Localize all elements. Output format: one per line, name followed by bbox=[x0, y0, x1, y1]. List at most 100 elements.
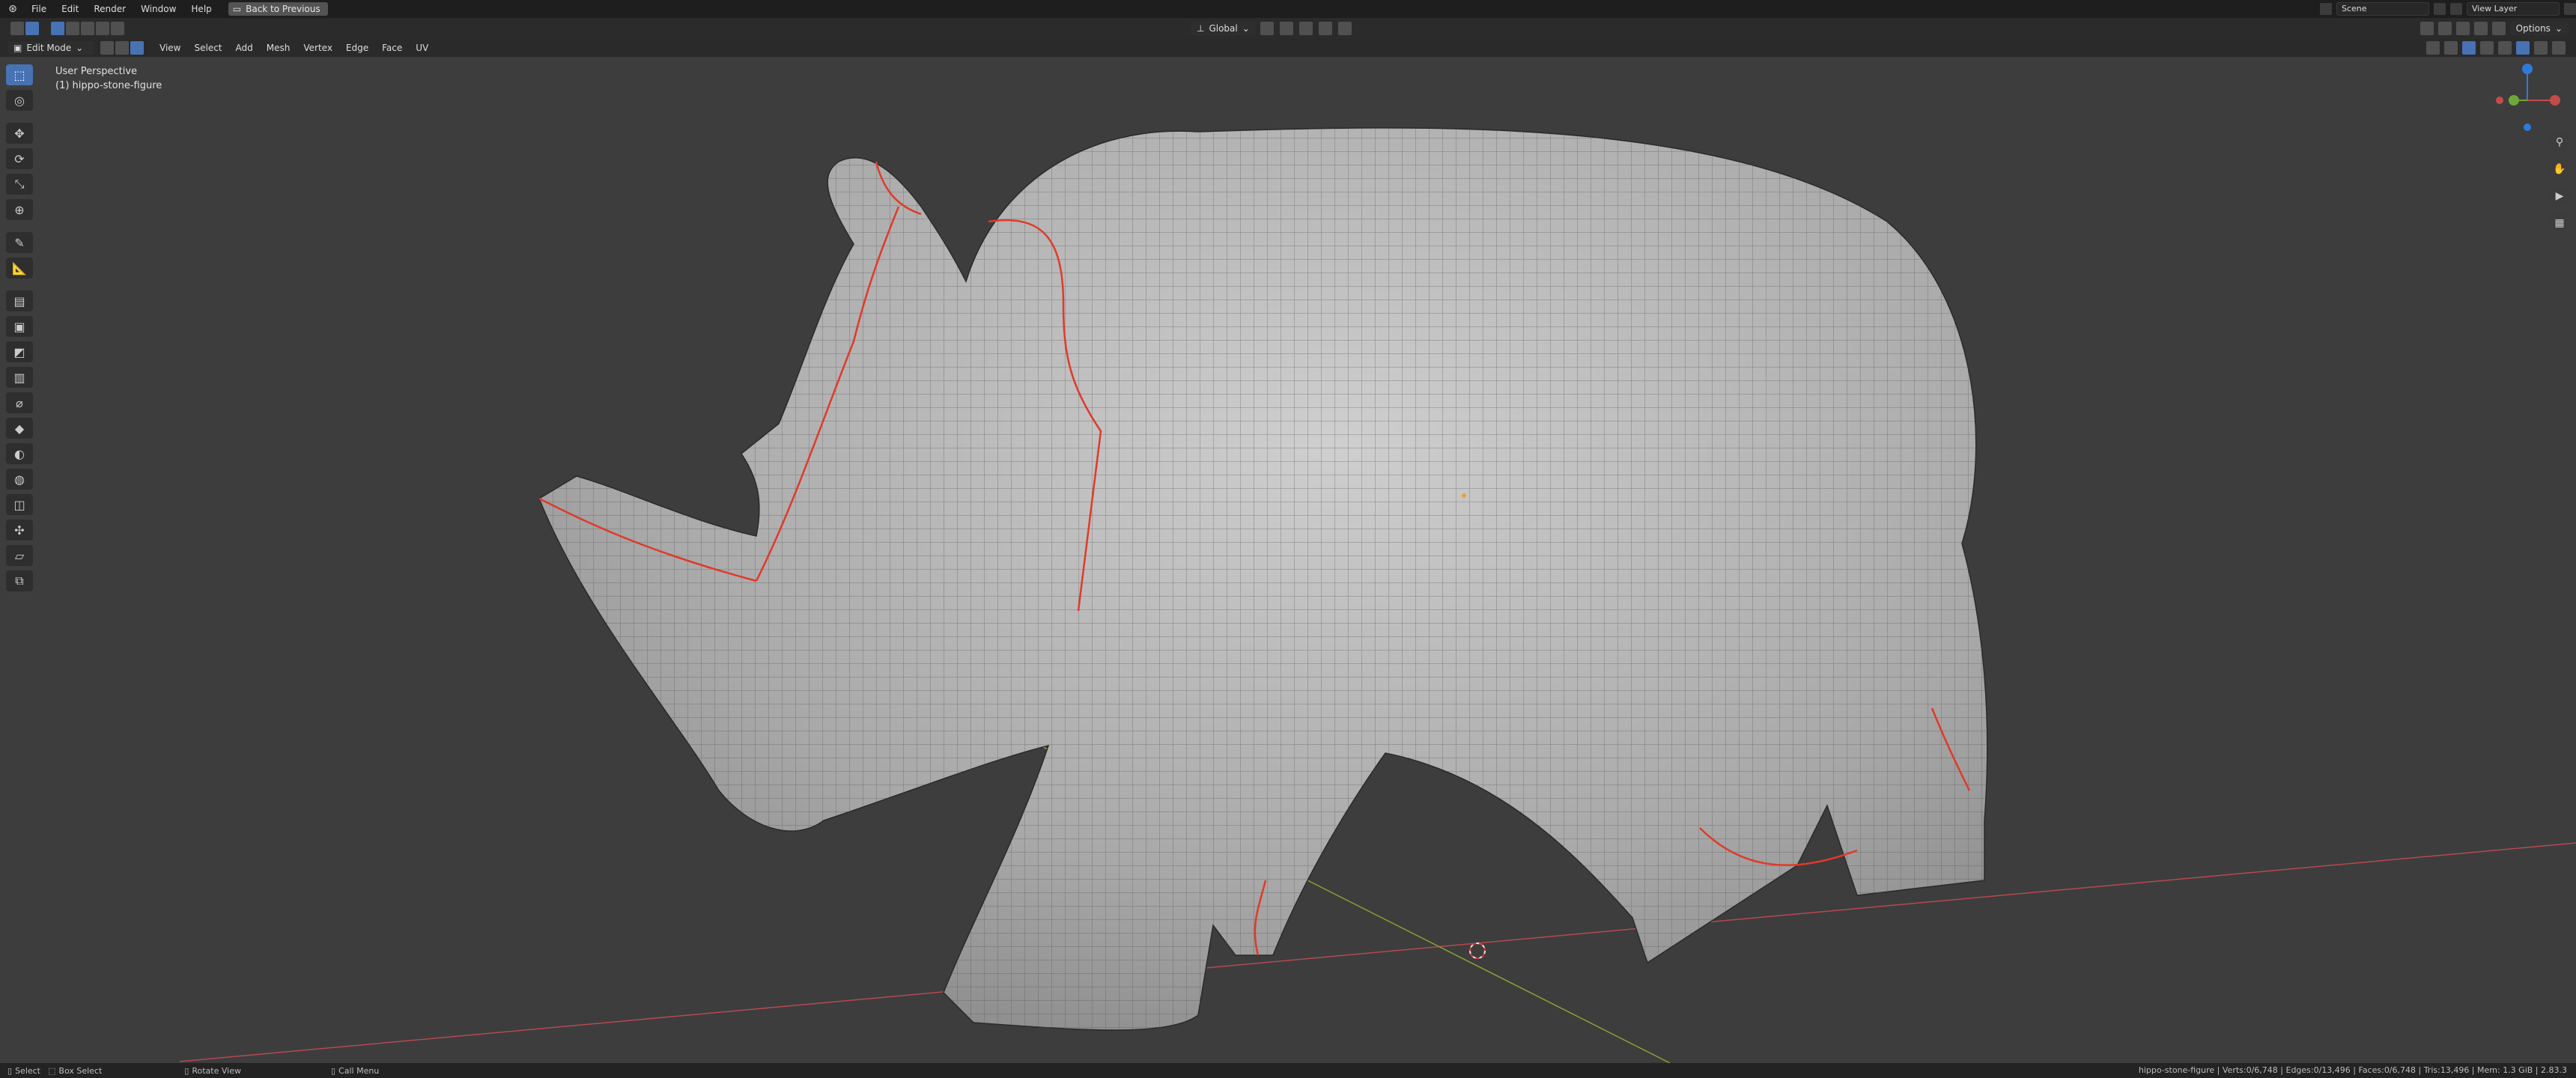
tool-settings-bar: ⊥ Global ⌄ Options ⌄ bbox=[0, 18, 2576, 39]
3d-viewport[interactable]: ⬚ ◎ ✥ ⟳ ⤡ ⊕ ✎ 📐 ▤ ▣ ◩ ▥ ⌀ ◆ ◐ ◍ ◫ ✣ ▱ ⧉ … bbox=[0, 57, 2576, 1063]
scene-browse-icon[interactable] bbox=[2434, 3, 2446, 15]
top-menu-bar: ⊛ File Edit Render Window Help ▭ Back to… bbox=[0, 0, 2576, 18]
inset-tool[interactable]: ▣ bbox=[6, 316, 33, 337]
mouse-middle-icon: ▯ bbox=[184, 1065, 189, 1076]
rotate-tool[interactable]: ⟳ bbox=[6, 148, 33, 169]
measure-tool[interactable]: 📐 bbox=[6, 258, 33, 278]
viewport-header: ▣ Edit Mode ⌄ View Select Add Mesh Verte… bbox=[0, 39, 2576, 58]
vertex-select-icon[interactable] bbox=[100, 41, 114, 55]
transform-orientation-dropdown[interactable]: ⊥ Global ⌄ bbox=[1191, 22, 1256, 35]
view-layer-field[interactable]: View Layer bbox=[2467, 2, 2560, 16]
menu-file[interactable]: File bbox=[24, 0, 54, 18]
orientation-icon: ⊥ bbox=[1197, 23, 1205, 34]
wireframe-shading-icon[interactable] bbox=[2498, 41, 2512, 55]
status-call-menu: ▯ Call Menu bbox=[331, 1066, 379, 1076]
menu-uv[interactable]: UV bbox=[409, 39, 435, 57]
mode-subtract-icon[interactable] bbox=[81, 22, 94, 35]
object-origin bbox=[1462, 493, 1466, 498]
blender-logo-icon[interactable]: ⊛ bbox=[6, 2, 19, 16]
snap-target-icon[interactable] bbox=[1298, 22, 1313, 35]
scene-icon[interactable] bbox=[2320, 3, 2332, 15]
status-box-select-label: Box Select bbox=[58, 1065, 103, 1076]
status-select-label: Select bbox=[15, 1065, 40, 1076]
menu-edge[interactable]: Edge bbox=[339, 39, 375, 57]
scene-statistics: hippo-stone-figure | Verts:0/6,748 | Edg… bbox=[2138, 1065, 2567, 1075]
xray-icon[interactable] bbox=[2480, 41, 2494, 55]
bevel-tool[interactable]: ◩ bbox=[6, 341, 33, 362]
menu-render[interactable]: Render bbox=[86, 0, 133, 18]
snap-icon[interactable] bbox=[1279, 22, 1293, 35]
face-select-icon[interactable] bbox=[130, 41, 144, 55]
transform-tool[interactable]: ⊕ bbox=[6, 199, 33, 220]
mode-extend-icon[interactable] bbox=[66, 22, 79, 35]
overlays-icon[interactable] bbox=[2462, 41, 2476, 55]
back-to-previous-label: Back to Previous bbox=[246, 4, 321, 14]
menu-edit[interactable]: Edit bbox=[54, 0, 86, 18]
gizmo-toggle-icon[interactable] bbox=[2444, 41, 2458, 55]
menu-view[interactable]: View bbox=[153, 39, 187, 57]
visibility-icon[interactable] bbox=[2426, 41, 2440, 55]
solid-shading-icon[interactable] bbox=[2516, 41, 2530, 55]
mirror-z-toggle[interactable] bbox=[2473, 22, 2488, 35]
back-to-previous-button[interactable]: ▭ Back to Previous bbox=[228, 2, 328, 16]
grid-icon[interactable]: ▦ bbox=[2549, 213, 2570, 234]
falloff-icon[interactable] bbox=[1337, 22, 1352, 35]
menu-mesh[interactable]: Mesh bbox=[260, 39, 297, 57]
lock-icon[interactable] bbox=[2491, 22, 2506, 35]
mode-new-icon[interactable] bbox=[51, 22, 64, 35]
knife-tool[interactable]: ⌀ bbox=[6, 392, 33, 413]
menu-vertex[interactable]: Vertex bbox=[297, 39, 339, 57]
pan-hand-icon[interactable]: ✋ bbox=[2549, 159, 2570, 180]
status-rotate-label: Rotate View bbox=[192, 1065, 241, 1076]
scene-field[interactable]: Scene bbox=[2336, 2, 2429, 16]
gizmo-neg-x bbox=[2496, 97, 2503, 104]
annotate-tool[interactable]: ✎ bbox=[6, 232, 33, 253]
gizmo-neg-z bbox=[2524, 124, 2531, 131]
loop-cut-tool[interactable]: ▥ bbox=[6, 367, 33, 388]
menu-help[interactable]: Help bbox=[183, 0, 219, 18]
select-tool-icon[interactable] bbox=[25, 22, 39, 35]
proportional-editing-icon[interactable] bbox=[1318, 22, 1332, 35]
options-dropdown[interactable]: Options ⌄ bbox=[2509, 22, 2569, 35]
shrink-fatten-tool[interactable]: ✣ bbox=[6, 520, 33, 540]
viewport-info: User Perspective (1) hippo-stone-figure bbox=[55, 64, 162, 93]
select-box-tool[interactable]: ⬚ bbox=[6, 64, 33, 85]
scale-tool[interactable]: ⤡ bbox=[6, 174, 33, 195]
status-box-select: ⬚ Box Select bbox=[48, 1066, 102, 1076]
edge-slide-tool[interactable]: ◫ bbox=[6, 494, 33, 515]
mirror-y-toggle[interactable] bbox=[2455, 22, 2470, 35]
menu-window[interactable]: Window bbox=[133, 0, 183, 18]
menu-add[interactable]: Add bbox=[229, 39, 260, 57]
menu-face[interactable]: Face bbox=[375, 39, 409, 57]
rip-region-tool[interactable]: ⧉ bbox=[6, 570, 33, 591]
camera-icon[interactable]: ▶ bbox=[2549, 186, 2570, 207]
mode-invert-icon[interactable] bbox=[96, 22, 109, 35]
zoom-icon[interactable]: ⚲ bbox=[2549, 132, 2570, 153]
cursor-tool[interactable]: ◎ bbox=[6, 90, 33, 111]
shear-tool[interactable]: ▱ bbox=[6, 545, 33, 566]
poly-build-tool[interactable]: ◆ bbox=[6, 418, 33, 439]
editor-type-icon[interactable] bbox=[10, 22, 24, 35]
menu-select[interactable]: Select bbox=[187, 39, 228, 57]
edge-select-icon[interactable] bbox=[115, 41, 129, 55]
transform-orientation-label: Global bbox=[1209, 23, 1238, 34]
move-tool[interactable]: ✥ bbox=[6, 123, 33, 144]
spin-tool[interactable]: ◐ bbox=[6, 443, 33, 464]
mode-label: Edit Mode bbox=[26, 43, 72, 53]
extrude-tool[interactable]: ▤ bbox=[6, 290, 33, 311]
mode-intersect-icon[interactable] bbox=[111, 22, 124, 35]
status-bar: ▯ Select ⬚ Box Select ▯ Rotate View ▯ Ca… bbox=[0, 1063, 2576, 1078]
view-layer-icon[interactable] bbox=[2450, 3, 2462, 15]
material-shading-icon[interactable] bbox=[2534, 41, 2548, 55]
status-rotate: ▯ Rotate View bbox=[184, 1066, 241, 1076]
mirror-icon[interactable] bbox=[2419, 22, 2434, 35]
view-layer-browse-icon[interactable] bbox=[2564, 3, 2576, 15]
chevron-down-icon: ⌄ bbox=[76, 43, 84, 53]
mirror-x-toggle[interactable] bbox=[2437, 22, 2452, 35]
mode-dropdown[interactable]: ▣ Edit Mode ⌄ bbox=[7, 41, 94, 55]
rendered-shading-icon[interactable] bbox=[2552, 41, 2566, 55]
pivot-point-icon[interactable] bbox=[1260, 22, 1274, 35]
mouse-left-icon: ▯ bbox=[7, 1065, 13, 1076]
smooth-tool[interactable]: ◍ bbox=[6, 469, 33, 490]
shading-controls bbox=[2426, 41, 2567, 55]
